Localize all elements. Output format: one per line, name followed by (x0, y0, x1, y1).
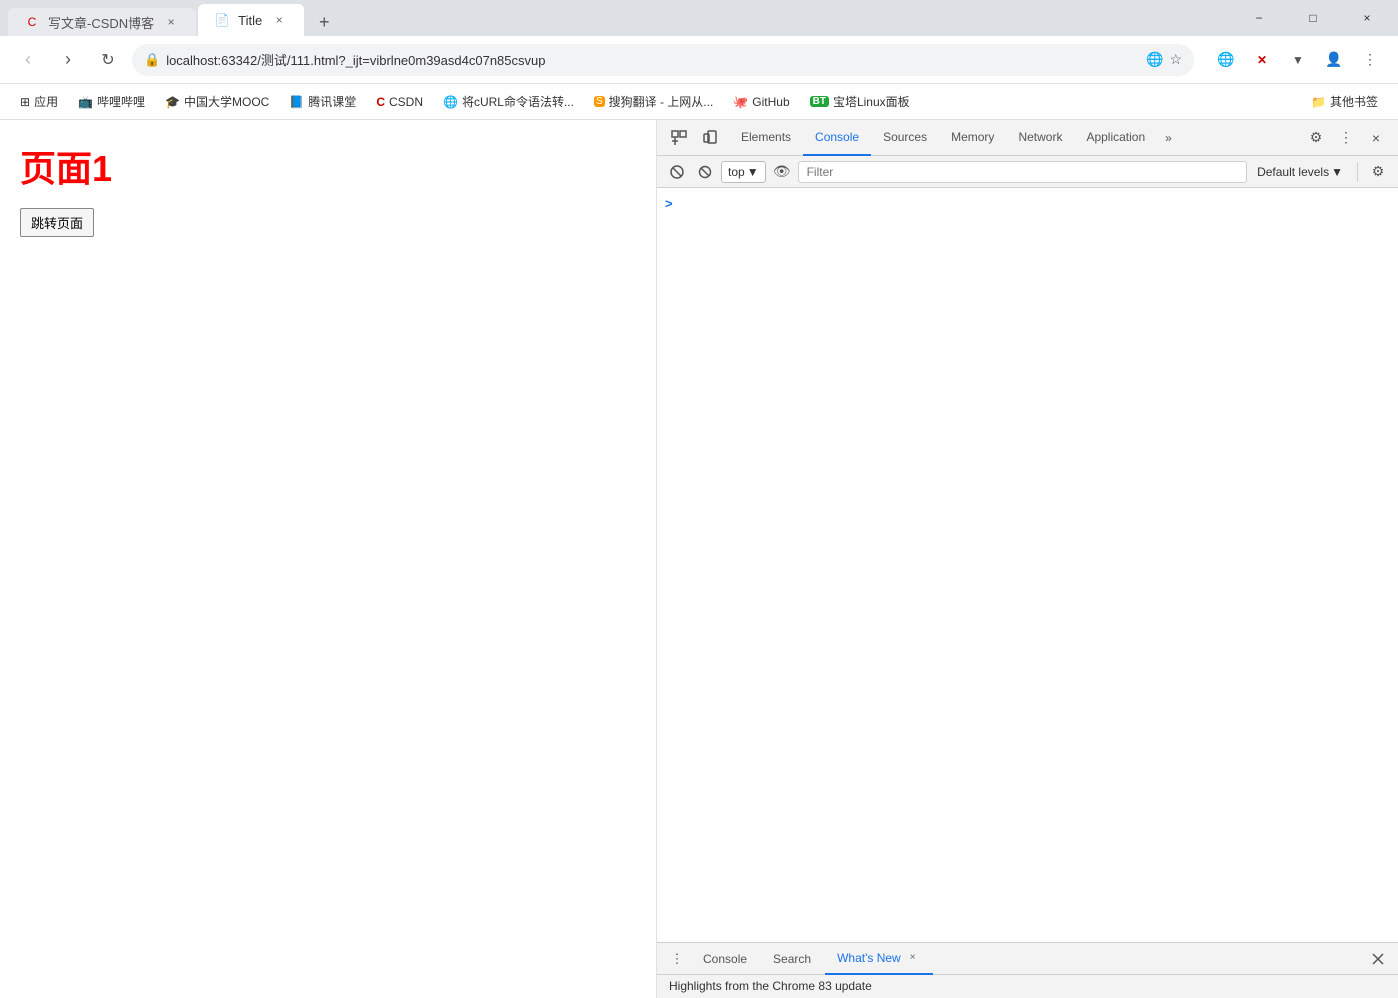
console-clear-button[interactable] (665, 160, 689, 184)
console-block-button[interactable] (693, 160, 717, 184)
bottom-drawer: ⋮ Console Search What's New × (657, 942, 1398, 998)
bookmark-bt[interactable]: BT 宝塔Linux面板 (802, 89, 918, 114)
translate-icon[interactable]: 🌐 (1146, 51, 1163, 68)
browser-window: C 写文章-CSDN博客 × 📄 Title × + − □ × ‹ › ↻ 🔒… (0, 0, 1398, 998)
mooc-icon: 🎓 (165, 95, 180, 109)
console-toolbar: top ▼ 👁 Default levels ▼ ⚙ (657, 156, 1398, 188)
forward-button[interactable]: › (52, 44, 84, 76)
bookmark-tencent[interactable]: 📘 腾讯课堂 (281, 89, 364, 114)
tencent-icon: 📘 (289, 95, 304, 109)
other-bookmarks[interactable]: 📁 其他书签 (1303, 89, 1386, 114)
url-bar[interactable]: 🔒 localhost:63342/测试/111.html?_ijt=vibrl… (132, 44, 1194, 76)
bilibili-icon: 📺 (78, 95, 93, 109)
apps-icon: ⊞ (20, 95, 30, 109)
minimize-button[interactable]: − (1236, 2, 1282, 34)
log-levels-selector[interactable]: Default levels ▼ (1251, 163, 1349, 181)
refresh-button[interactable]: ↻ (92, 44, 124, 76)
bookmark-github[interactable]: 🐙 GitHub (725, 91, 797, 113)
devtools-tabs-more[interactable]: » (1157, 120, 1180, 156)
context-dropdown-icon: ▼ (747, 165, 759, 179)
devtools-device-button[interactable] (697, 124, 725, 152)
address-bar: ‹ › ↻ 🔒 localhost:63342/测试/111.html?_ijt… (0, 36, 1398, 84)
devtools-inspect-button[interactable] (665, 124, 693, 152)
profile-button[interactable]: 👤 (1318, 44, 1350, 76)
console-prompt-arrow: > (665, 196, 673, 211)
drawer-tab-whatsnew-close[interactable]: × (905, 950, 921, 966)
devtools-tab-elements[interactable]: Elements (729, 120, 803, 156)
drawer-close-button[interactable] (1366, 947, 1390, 971)
devtools-tab-network[interactable]: Network (1006, 120, 1074, 156)
star-icon[interactable]: ☆ (1169, 51, 1182, 68)
curl-icon: 🌐 (443, 95, 458, 109)
bookmark-bilibili[interactable]: 📺 哔哩哔哩 (70, 89, 153, 114)
back-button[interactable]: ‹ (12, 44, 44, 76)
maximize-button[interactable]: □ (1290, 2, 1336, 34)
devtools-toolbar: Elements Console Sources Memory Network … (657, 120, 1398, 156)
devtools-tabs: Elements Console Sources Memory Network … (729, 120, 1180, 156)
live-expressions-button[interactable]: 👁 (770, 160, 794, 184)
bookmark-csdn[interactable]: C CSDN (368, 91, 431, 113)
bookmark-curl[interactable]: 🌐 将cURL命令语法转... (435, 89, 582, 114)
bt-icon: BT (810, 96, 829, 107)
menu-button[interactable]: ⋮ (1354, 44, 1386, 76)
console-settings-button[interactable]: ⚙ (1366, 160, 1390, 184)
bookmark-apps[interactable]: ⊞ 应用 (12, 89, 66, 114)
close-button[interactable]: × (1344, 2, 1390, 34)
page-content: 页面1 跳转页面 (0, 120, 656, 998)
tab-title[interactable]: 📄 Title × (198, 4, 304, 36)
extension-dropdown-button[interactable]: ▼ (1282, 44, 1314, 76)
extension-x-button[interactable]: ✕ (1246, 44, 1278, 76)
bookmark-sougou[interactable]: S 搜狗翻译 - 上网从... (586, 89, 721, 114)
log-levels-icon: ▼ (1331, 165, 1343, 179)
toolbar-separator (1357, 162, 1358, 182)
tab-csdn[interactable]: C 写文章-CSDN博客 × (8, 8, 196, 36)
csdn-icon: C (376, 95, 385, 109)
title-bar: C 写文章-CSDN博客 × 📄 Title × + − □ × (0, 0, 1398, 36)
jump-button[interactable]: 跳转页面 (20, 208, 94, 237)
bookmark-mooc[interactable]: 🎓 中国大学MOOC (157, 89, 277, 114)
context-selector[interactable]: top ▼ (721, 161, 766, 183)
devtools-more-button[interactable]: ⋮ (1332, 124, 1360, 152)
devtools-right-controls: ⚙ ⋮ × (1302, 124, 1390, 152)
new-tab-button[interactable]: + (310, 8, 338, 36)
drawer-content: Highlights from the Chrome 83 update (657, 975, 1398, 997)
devtools-panel: Elements Console Sources Memory Network … (656, 120, 1398, 998)
tab-csdn-icon: C (24, 14, 40, 30)
console-prompt: > (657, 192, 1398, 215)
folder-icon: 📁 (1311, 95, 1326, 109)
toolbar-icons: 🌐 ✕ ▼ 👤 ⋮ (1210, 44, 1386, 76)
drawer-tabs: ⋮ Console Search What's New × (657, 943, 1398, 975)
extension-globe-button[interactable]: 🌐 (1210, 44, 1242, 76)
drawer-tab-whatsnew[interactable]: What's New × (825, 943, 933, 975)
github-icon: 🐙 (733, 95, 748, 109)
context-label: top (728, 165, 745, 179)
tabs-bar: C 写文章-CSDN博客 × 📄 Title × + (8, 0, 1236, 36)
devtools-tab-sources[interactable]: Sources (871, 120, 939, 156)
tab-title-text: Title (238, 13, 262, 28)
highlights-text: Highlights from the Chrome 83 update (669, 979, 872, 993)
window-controls: − □ × (1236, 2, 1390, 34)
drawer-tab-console[interactable]: Console (691, 943, 759, 975)
drawer-tab-search[interactable]: Search (761, 943, 823, 975)
devtools-settings-button[interactable]: ⚙ (1302, 124, 1330, 152)
console-content: > (657, 188, 1398, 942)
tab-csdn-title: 写文章-CSDN博客 (48, 13, 154, 32)
tab-title-close[interactable]: × (270, 11, 288, 29)
devtools-close-button[interactable]: × (1362, 124, 1390, 152)
drawer-menu-button[interactable]: ⋮ (665, 947, 689, 971)
log-levels-label: Default levels (1257, 165, 1329, 179)
bookmarks-bar: ⊞ 应用 📺 哔哩哔哩 🎓 中国大学MOOC 📘 腾讯课堂 C CSDN 🌐 将… (0, 84, 1398, 120)
sougou-icon: S (594, 96, 605, 107)
filter-input[interactable] (798, 161, 1247, 183)
tab-csdn-close[interactable]: × (162, 13, 180, 31)
url-text: localhost:63342/测试/111.html?_ijt=vibrlne… (166, 50, 1140, 69)
page-title: 页面1 (20, 140, 636, 192)
tab-title-icon: 📄 (214, 12, 230, 28)
devtools-tab-console[interactable]: Console (803, 120, 871, 156)
devtools-tab-memory[interactable]: Memory (939, 120, 1006, 156)
secure-icon: 🔒 (144, 52, 160, 68)
main-area: 页面1 跳转页面 (0, 120, 1398, 998)
devtools-tab-application[interactable]: Application (1074, 120, 1157, 156)
